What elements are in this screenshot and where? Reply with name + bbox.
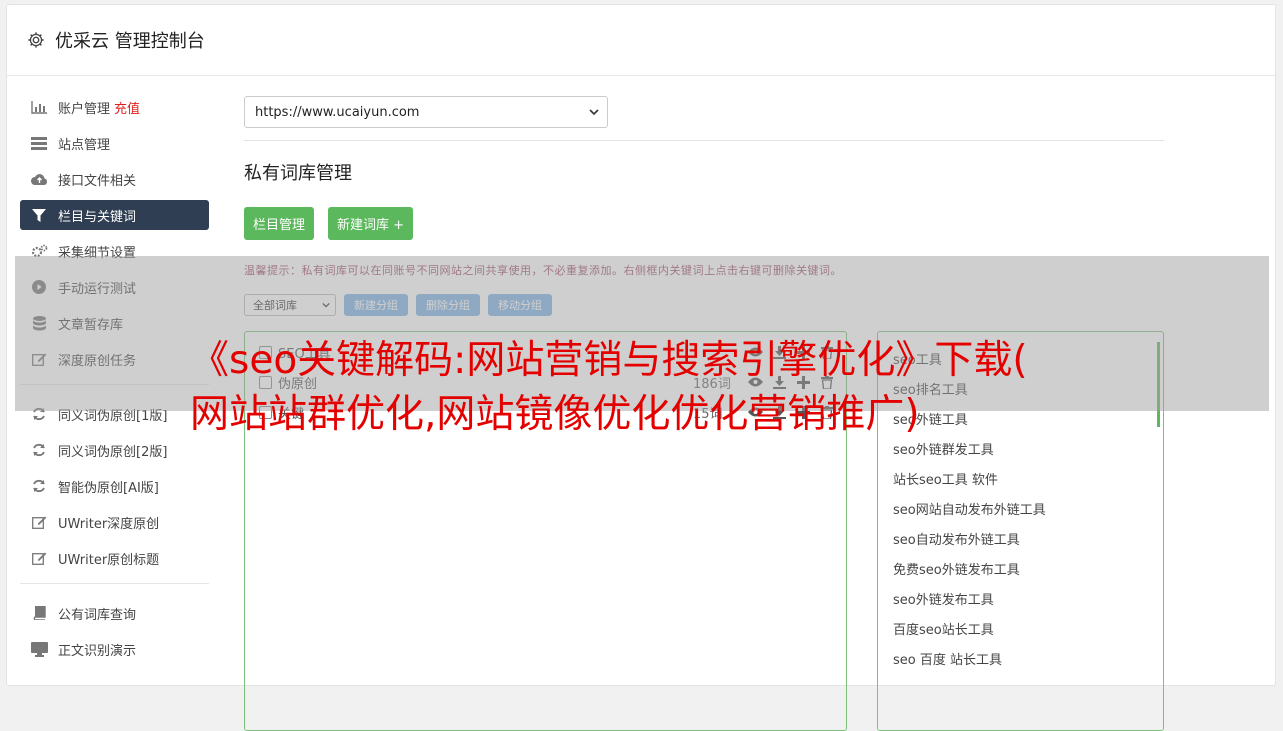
section-title: 私有词库管理	[244, 163, 352, 184]
overlay-headline-line1: 《seo关键解码:网站营销与搜索引擎优化》下载(	[190, 338, 1028, 383]
primary-actions: 栏目管理 新建词库 +	[244, 207, 1164, 240]
page-title: 优采云 管理控制台	[55, 31, 205, 52]
page-header: 优采云 管理控制台	[7, 5, 1275, 76]
sidebar-item-label: 同义词伪原创[2版]	[58, 444, 168, 460]
sidebar-item-text-recognition[interactable]: 正文识别演示	[20, 634, 209, 664]
edit-icon	[30, 515, 48, 529]
keyword-item[interactable]: seo自动发布外链工具	[893, 526, 1046, 556]
refresh-icon	[30, 479, 48, 493]
keyword-item[interactable]: seo网站自动发布外链工具	[893, 496, 1046, 526]
sidebar-item-uwriter-title[interactable]: UWriter原创标题	[20, 543, 209, 573]
sidebar-item-label: 智能伪原创[AI版]	[58, 480, 159, 496]
bar-chart-icon	[30, 100, 48, 114]
monitor-icon	[30, 641, 48, 657]
chevron-down-icon	[589, 109, 599, 116]
edit-icon	[30, 551, 48, 565]
sidebar-item-uwriter-deep[interactable]: UWriter深度原创	[20, 507, 209, 537]
new-library-button[interactable]: 新建词库 +	[328, 207, 414, 240]
sidebar-item-label: 公有词库查询	[58, 607, 137, 623]
keyword-item[interactable]: 百度seo站长工具	[893, 616, 1046, 646]
sidebar-divider	[20, 583, 209, 584]
book-icon	[30, 606, 48, 620]
sidebar-item-account[interactable]: 账户管理 充值	[20, 92, 209, 122]
sidebar-item-ai-original[interactable]: 智能伪原创[AI版]	[20, 471, 209, 501]
sidebar-item-label: UWriter深度原创	[58, 516, 160, 532]
keyword-item[interactable]: 站长seo工具 软件	[893, 466, 1046, 496]
sidebar-item-columns-keywords[interactable]: 栏目与关键词	[20, 200, 209, 230]
sidebar-item-synonym-v2[interactable]: 同义词伪原创[2版]	[20, 435, 209, 465]
sidebar-item-label: 栏目与关键词	[58, 209, 137, 225]
server-icon	[30, 136, 48, 150]
sidebar-item-label: 接口文件相关	[58, 173, 137, 189]
keyword-item[interactable]: seo外链发布工具	[893, 586, 1046, 616]
cloud-upload-icon	[30, 172, 48, 186]
refresh-icon	[30, 443, 48, 457]
overlay-headline-line2: 网站站群优化,网站镜像优化优化营销推广)	[190, 392, 920, 437]
section-divider	[244, 140, 1164, 141]
gear-icon	[28, 32, 44, 48]
site-select-value: https://www.ucaiyun.com	[255, 104, 420, 120]
sidebar-item-sites[interactable]: 站点管理	[20, 128, 209, 158]
keyword-item[interactable]: seo 百度 站长工具	[893, 646, 1046, 676]
sidebar-item-label: 账户管理	[58, 101, 111, 117]
site-select[interactable]: https://www.ucaiyun.com	[244, 96, 608, 128]
keyword-item[interactable]: 免费seo外链发布工具	[893, 556, 1046, 586]
column-manage-button[interactable]: 栏目管理	[244, 207, 315, 240]
sidebar-item-api-files[interactable]: 接口文件相关	[20, 164, 209, 194]
filter-icon	[30, 208, 48, 222]
recharge-link[interactable]: 充值	[114, 98, 140, 117]
sidebar-item-public-library[interactable]: 公有词库查询	[20, 598, 209, 628]
sidebar-item-label: UWriter原创标题	[58, 552, 160, 568]
sidebar-item-label: 正文识别演示	[58, 643, 137, 659]
sidebar-item-label: 站点管理	[58, 137, 111, 153]
